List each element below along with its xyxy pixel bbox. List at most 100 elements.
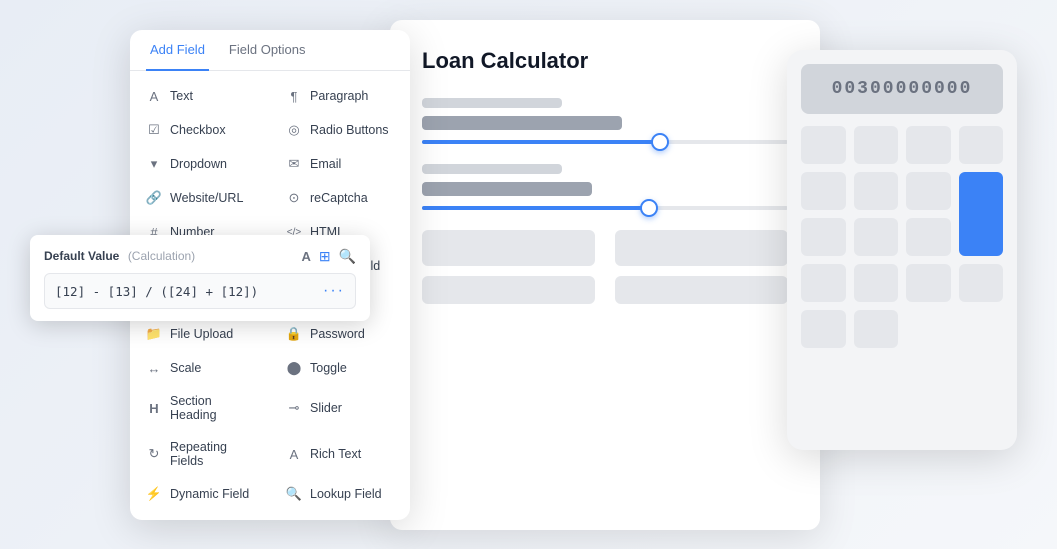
- field-label: Email: [310, 157, 341, 171]
- field-label: Text: [170, 89, 193, 103]
- list-item[interactable]: ✉ Email: [270, 147, 410, 181]
- calc-btn[interactable]: [959, 126, 1004, 164]
- list-item[interactable]: ¶ Paragraph: [270, 79, 410, 113]
- calc-btn-equals[interactable]: [959, 172, 1004, 256]
- loan-calculator-panel: Loan Calculator: [390, 20, 820, 530]
- list-item[interactable]: ☑ Checkbox: [130, 113, 270, 147]
- list-item[interactable]: ⚡ Dynamic Field: [130, 477, 270, 511]
- scale-icon: ↔: [146, 360, 162, 376]
- formula-input-box[interactable]: [12] - [13] / ([24] + [12]) ···: [44, 273, 356, 309]
- field-label: Paragraph: [310, 89, 368, 103]
- calc-btn[interactable]: [906, 172, 951, 210]
- repeating-fields-icon: ↻: [146, 446, 162, 462]
- field-label: Scale: [170, 361, 201, 375]
- loan-field-value-1: [422, 116, 622, 130]
- loan-result-box-2: [615, 230, 788, 266]
- lookup-field-icon: 🔍: [286, 486, 302, 502]
- toggle-icon: ⬤: [286, 360, 302, 376]
- calc-btn[interactable]: [959, 264, 1004, 302]
- calc-btn[interactable]: [801, 264, 846, 302]
- checkbox-icon: ☑: [146, 122, 162, 138]
- search-icon[interactable]: 🔍: [339, 248, 356, 265]
- calc-btn[interactable]: [801, 126, 846, 164]
- calc-buttons: [801, 126, 1003, 348]
- calc-btn[interactable]: [854, 218, 899, 256]
- tab-add-field[interactable]: Add Field: [146, 30, 209, 71]
- loan-slider-thumb-1[interactable]: [651, 133, 669, 151]
- tab-field-options[interactable]: Field Options: [225, 30, 310, 71]
- loan-bottom-box-1: [422, 276, 595, 304]
- slider-icon: ⊸: [286, 400, 302, 416]
- list-item[interactable]: 🏷 Tags: [130, 511, 270, 517]
- rich-text-icon: A: [286, 446, 302, 462]
- loan-results-row: [422, 230, 788, 266]
- calc-display: 00300000000: [801, 64, 1003, 114]
- formula-popup-header: Default Value (Calculation) A ⊞ 🔍: [44, 247, 356, 265]
- password-icon: 🔒: [286, 326, 302, 342]
- list-item[interactable]: ◎ Radio Buttons: [270, 113, 410, 147]
- list-item[interactable]: ↔ Scale: [130, 351, 270, 385]
- loan-slider-fill-1: [422, 140, 660, 144]
- formula-expression: [12] - [13] / ([24] + [12]): [55, 284, 258, 299]
- field-label: File Upload: [170, 327, 233, 341]
- field-label: Toggle: [310, 361, 347, 375]
- list-item[interactable]: ⬤ Toggle: [270, 351, 410, 385]
- loan-field-value-2: [422, 182, 592, 196]
- list-item[interactable]: A Rich Text: [270, 431, 410, 477]
- field-label: Lookup Field: [310, 487, 382, 501]
- list-item[interactable]: ▾ Dropdown: [130, 147, 270, 181]
- formula-popup: Default Value (Calculation) A ⊞ 🔍 [12] -…: [30, 235, 370, 321]
- field-label: Section Heading: [170, 394, 254, 422]
- loan-slider-1[interactable]: [422, 140, 788, 144]
- calc-btn[interactable]: [801, 310, 846, 348]
- list-item[interactable]: ↻ Repeating Fields: [130, 431, 270, 477]
- loan-field-group-1: [422, 98, 788, 144]
- scene: Add Field Field Options A Text ¶ Paragra…: [0, 0, 1057, 549]
- list-item[interactable]: 🔒 Password: [270, 317, 410, 351]
- file-upload-icon: 📁: [146, 326, 162, 342]
- field-label: Dynamic Field: [170, 487, 249, 501]
- calc-btn[interactable]: [801, 172, 846, 210]
- dropdown-icon: ▾: [146, 156, 162, 172]
- tabs-header: Add Field Field Options: [130, 30, 410, 71]
- loan-result-box-1: [422, 230, 595, 266]
- field-label: Password: [310, 327, 365, 341]
- email-icon: ✉: [286, 156, 302, 172]
- calc-btn[interactable]: [854, 264, 899, 302]
- text-icon: A: [146, 88, 162, 104]
- calc-btn[interactable]: [906, 126, 951, 164]
- recaptcha-icon: ⊙: [286, 190, 302, 206]
- loan-bottom-row: [422, 276, 788, 304]
- calc-btn[interactable]: [906, 264, 951, 302]
- text-icon[interactable]: A: [301, 249, 310, 264]
- formula-label-text: Default Value (Calculation): [44, 247, 195, 265]
- loan-field-label-2: [422, 164, 562, 174]
- list-item[interactable]: 💳 Credit Card: [270, 511, 410, 517]
- calc-btn[interactable]: [801, 218, 846, 256]
- calc-btn[interactable]: [854, 310, 899, 348]
- formula-more-icon[interactable]: ···: [323, 282, 345, 300]
- list-item[interactable]: H Section Heading: [130, 385, 270, 431]
- default-value-label: Default Value: [44, 249, 119, 263]
- section-heading-icon: H: [146, 400, 162, 416]
- list-item[interactable]: 🔍 Lookup Field: [270, 477, 410, 511]
- calc-btn[interactable]: [906, 218, 951, 256]
- calc-btn[interactable]: [854, 126, 899, 164]
- field-label: Rich Text: [310, 447, 361, 461]
- list-item[interactable]: 🔗 Website/URL: [130, 181, 270, 215]
- calc-btn[interactable]: [854, 172, 899, 210]
- loan-slider-thumb-2[interactable]: [640, 199, 658, 217]
- field-label: Repeating Fields: [170, 440, 254, 468]
- list-item[interactable]: ⊸ Slider: [270, 385, 410, 431]
- list-item[interactable]: A Text: [130, 79, 270, 113]
- loan-slider-fill-2: [422, 206, 649, 210]
- table-icon[interactable]: ⊞: [319, 248, 331, 265]
- loan-slider-2[interactable]: [422, 206, 788, 210]
- calc-display-value: 00300000000: [832, 79, 973, 99]
- list-item[interactable]: 📁 File Upload: [130, 317, 270, 351]
- field-label: Checkbox: [170, 123, 226, 137]
- loan-bottom-box-2: [615, 276, 788, 304]
- field-label: Website/URL: [170, 191, 243, 205]
- radio-buttons-icon: ◎: [286, 122, 302, 138]
- list-item[interactable]: ⊙ reCaptcha: [270, 181, 410, 215]
